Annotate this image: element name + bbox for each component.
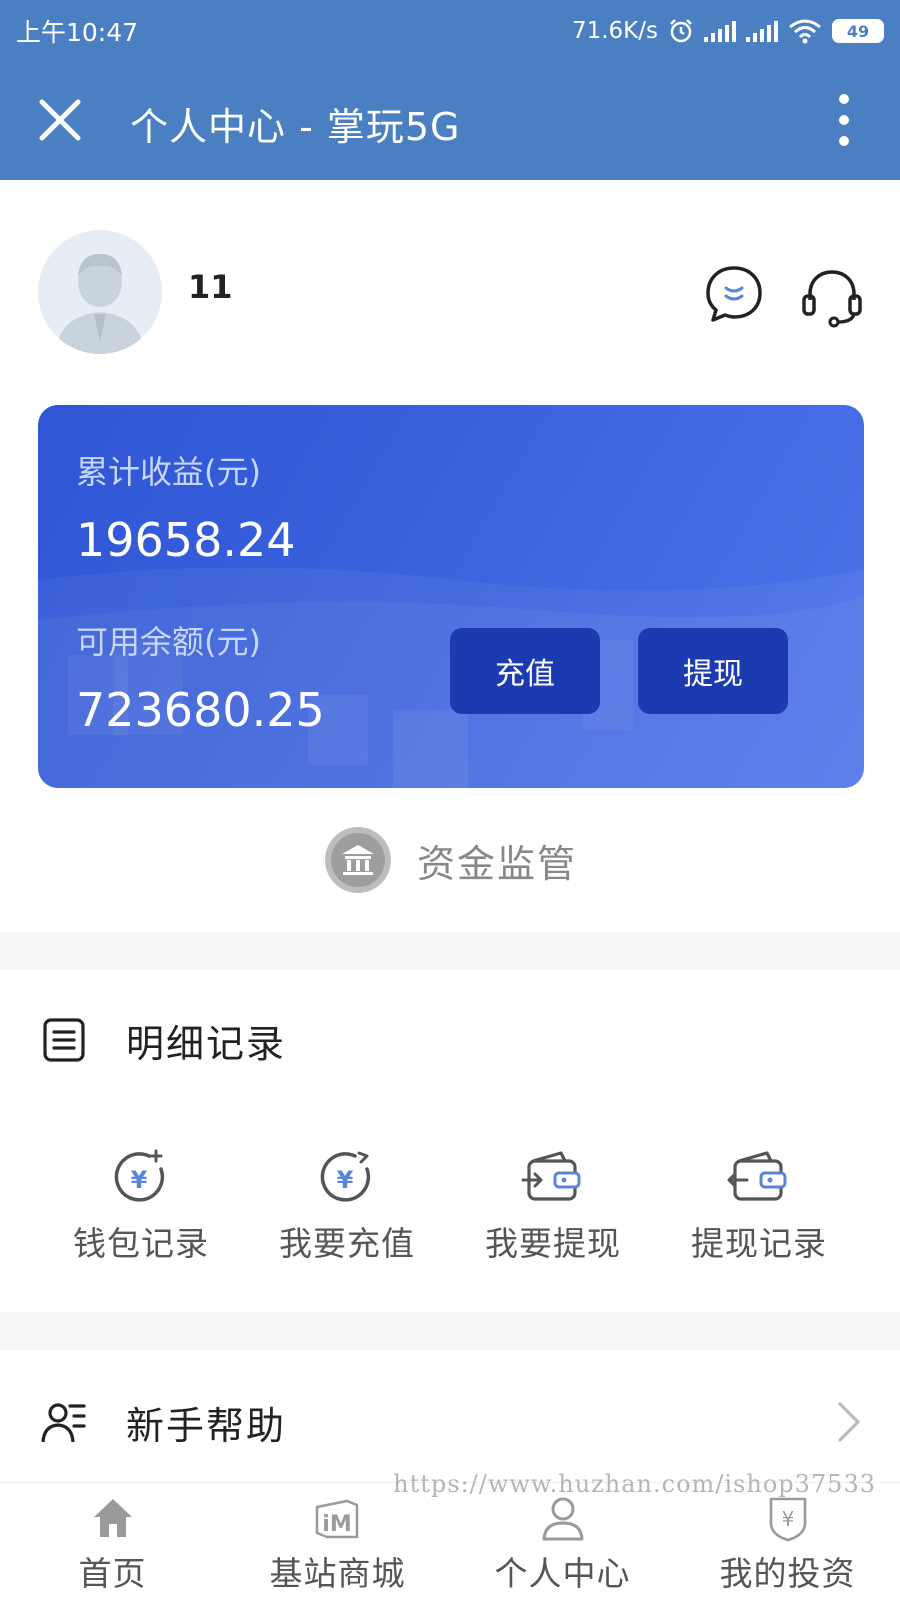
page-title: 个人中心 - 掌玩5G	[130, 105, 461, 149]
fund-supervision-label: 资金监管	[416, 841, 577, 886]
withdraw-icon	[521, 1151, 581, 1201]
alarm-icon	[670, 19, 692, 43]
status-icons: 71.6K/s 49	[572, 18, 884, 44]
chevron-right-icon	[838, 1402, 860, 1442]
withdraw-action-label: 我要提现	[485, 1224, 621, 1263]
message-icon[interactable]	[704, 264, 764, 324]
svg-text:iM: iM	[322, 1512, 351, 1537]
watermark-text: https://www.huzhan.com/ishop37533	[393, 1470, 876, 1498]
svg-text:¥: ¥	[131, 1166, 148, 1194]
net-speed: 71.6K/s	[571, 18, 658, 44]
username: 11	[188, 268, 233, 306]
details-title: 明细记录	[126, 1021, 287, 1066]
details-section-header[interactable]: 明细记录	[0, 995, 900, 1085]
avatar[interactable]	[38, 230, 162, 354]
svg-text:¥: ¥	[337, 1166, 354, 1194]
wallet-record-button[interactable]: ¥ 钱包记录	[38, 1145, 244, 1275]
bottom-nav: 首页 iM 基站商城 个人中心 ¥ 我的投资	[0, 1482, 900, 1600]
recharge-action-button[interactable]: ¥ 我要充值	[244, 1145, 450, 1275]
available-balance-label: 可用余额(元)	[76, 623, 261, 661]
recharge-button[interactable]: 充值	[450, 628, 600, 714]
close-icon[interactable]	[38, 98, 82, 142]
nav-profile[interactable]: 个人中心	[450, 1493, 675, 1600]
more-menu-icon[interactable]	[832, 94, 856, 146]
mall-icon: iM	[315, 1499, 358, 1539]
nav-profile-label: 个人中心	[494, 1554, 631, 1593]
total-earnings-value: 19658.24	[76, 513, 296, 567]
customer-service-icon[interactable]	[800, 264, 864, 328]
fund-supervision[interactable]: 资金监管	[0, 822, 900, 898]
section-divider	[0, 1312, 900, 1350]
balance-card: 累计收益(元) 19658.24 可用余额(元) 723680.25 充值 提现	[38, 405, 864, 788]
section-divider	[0, 932, 900, 970]
help-section-row[interactable]: 新手帮助	[0, 1377, 900, 1467]
nav-mall[interactable]: iM 基站商城	[225, 1493, 450, 1600]
nav-investment[interactable]: ¥ 我的投资	[675, 1493, 900, 1600]
wifi-icon	[789, 19, 821, 44]
status-bar: 上午10:47 71.6K/s 49	[0, 0, 900, 62]
total-earnings-label: 累计收益(元)	[76, 453, 261, 491]
wallet-record-icon: ¥	[114, 1149, 165, 1202]
withdraw-button[interactable]: 提现	[638, 628, 788, 714]
status-time: 上午10:47	[16, 18, 139, 47]
available-balance-value: 723680.25	[76, 683, 325, 737]
document-list-icon	[43, 1018, 85, 1062]
signal-1-icon	[704, 20, 736, 42]
recharge-action-label: 我要充值	[279, 1224, 415, 1263]
user-guide-icon	[41, 1403, 86, 1443]
signal-2-icon	[746, 20, 778, 42]
svg-text:¥: ¥	[781, 1507, 794, 1531]
user-icon	[542, 1497, 583, 1541]
top-bar: 上午10:47 71.6K/s 49 个人中心 - 掌玩5G	[0, 0, 900, 180]
investment-icon: ¥	[769, 1497, 806, 1542]
avatar-person-icon	[56, 254, 144, 354]
recharge-icon: ¥	[320, 1151, 371, 1202]
wallet-record-label: 钱包记录	[73, 1224, 209, 1263]
withdraw-record-icon	[727, 1151, 787, 1201]
help-title: 新手帮助	[126, 1403, 287, 1448]
withdraw-record-label: 提现记录	[691, 1224, 827, 1263]
nav-mall-label: 基站商城	[269, 1554, 406, 1593]
title-bar: 个人中心 - 掌玩5G	[0, 62, 900, 180]
nav-home-label: 首页	[78, 1554, 147, 1593]
nav-home[interactable]: 首页	[0, 1493, 225, 1600]
nav-investment-label: 我的投资	[719, 1554, 856, 1593]
withdraw-record-button[interactable]: 提现记录	[656, 1145, 862, 1275]
home-icon	[93, 1499, 132, 1537]
bank-icon	[324, 827, 391, 893]
withdraw-action-button[interactable]: 我要提现	[450, 1145, 656, 1275]
details-actions: ¥ 钱包记录 ¥ 我要充值 我要提现 提现记录	[0, 1145, 900, 1275]
battery-icon: 49	[832, 19, 884, 43]
